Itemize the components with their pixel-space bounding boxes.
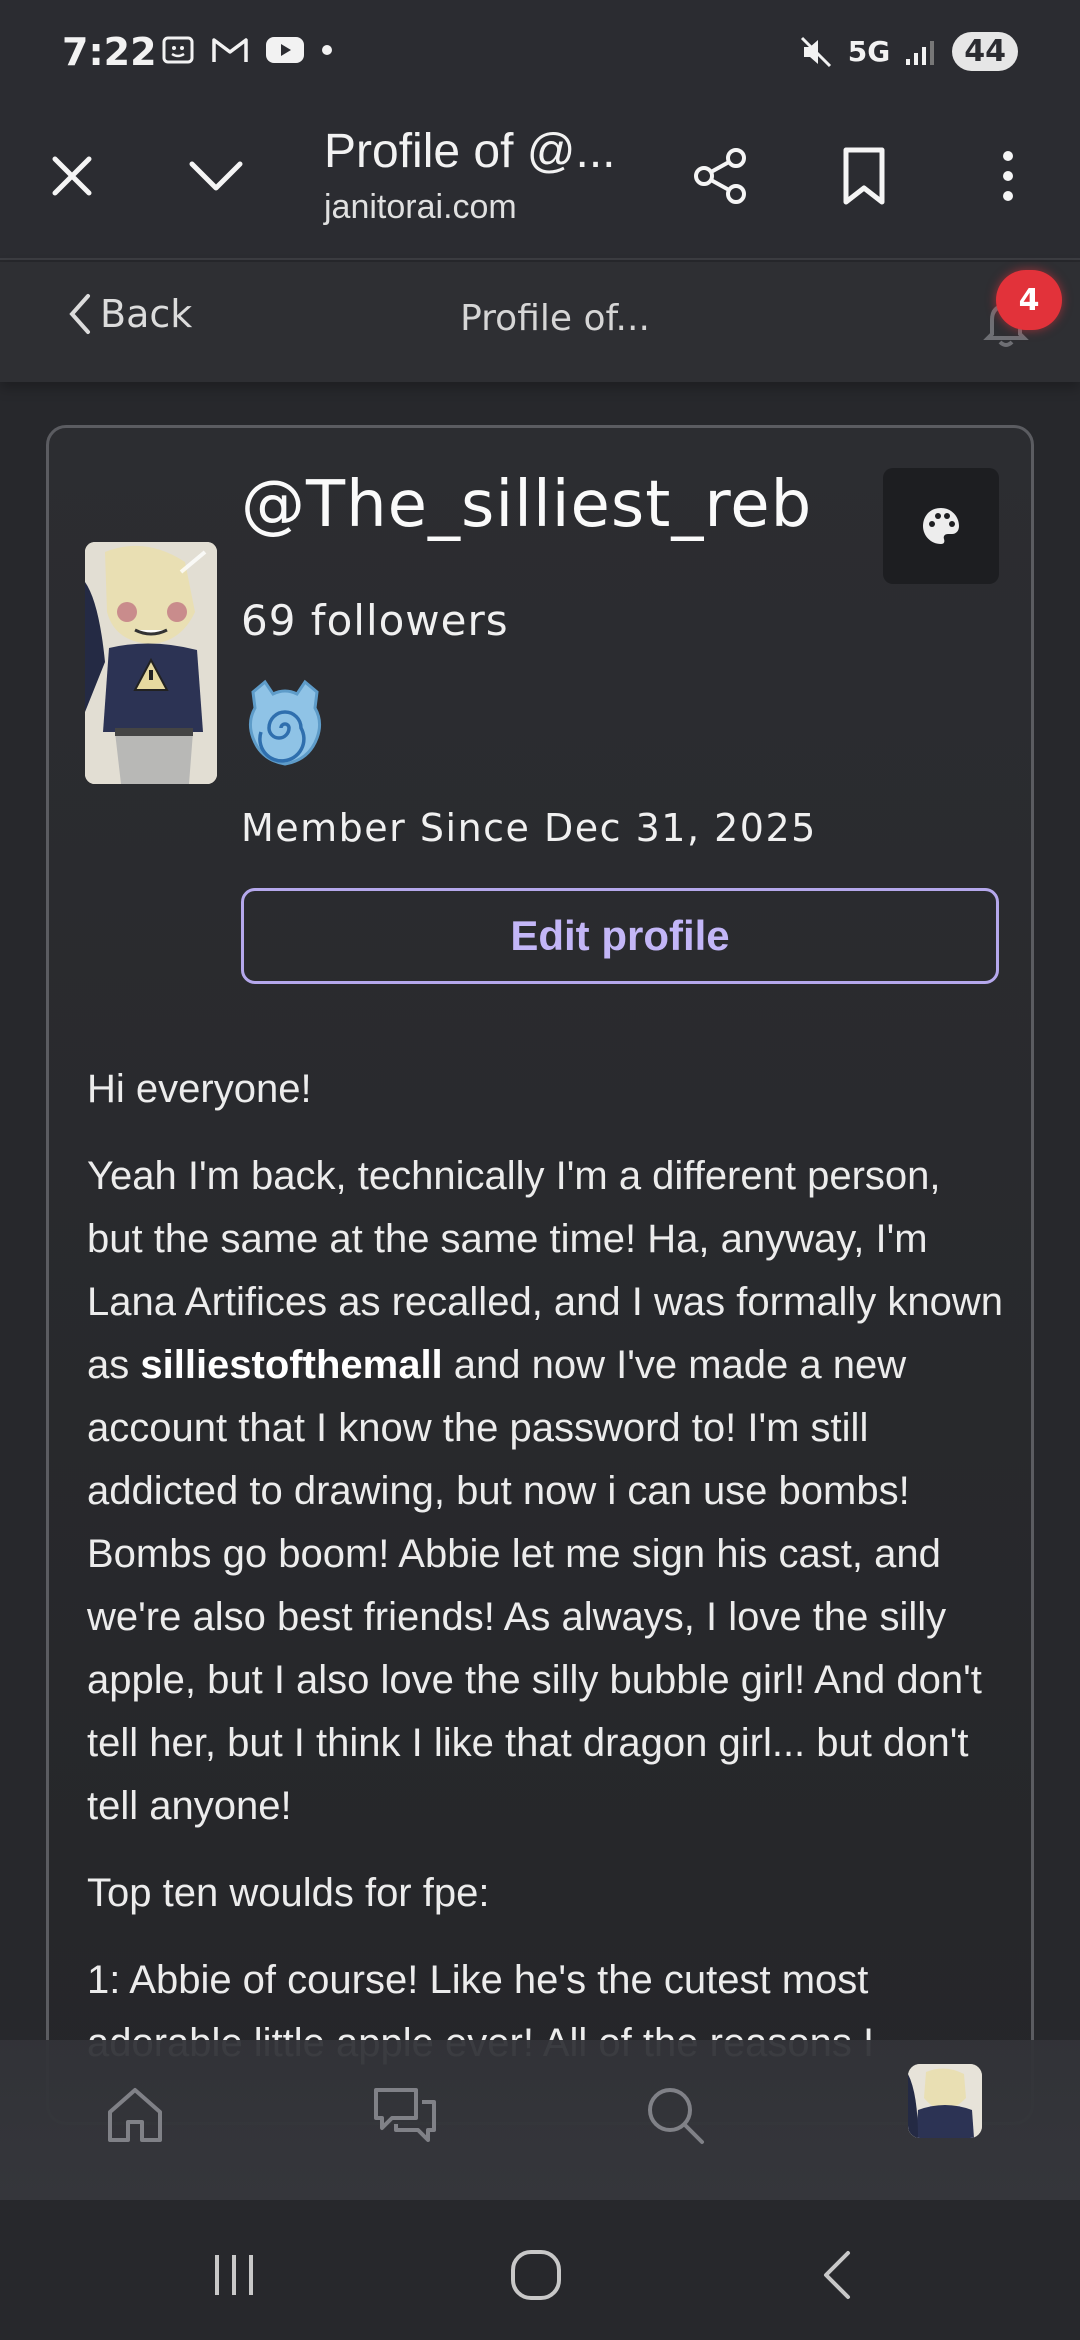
bio-paragraph: Yeah I'm back, technically I'm a differe… <box>87 1145 1007 1838</box>
spiral-badge-icon <box>245 678 325 775</box>
bookmark-icon[interactable] <box>824 136 904 216</box>
profile-bio: Hi everyone! Yeah I'm back, technically … <box>87 1058 1007 2099</box>
system-navigation <box>0 2200 1080 2340</box>
profile-username: @The_silliest_reb <box>241 468 813 542</box>
gmail-icon <box>212 38 248 62</box>
browser-toolbar: Profile of @... janitorai.com <box>0 110 1080 260</box>
chevron-down-icon[interactable] <box>176 136 256 216</box>
theme-palette-button[interactable] <box>883 468 999 584</box>
back-nav-icon[interactable] <box>798 2240 878 2310</box>
profile-card: @The_silliest_reb 69 followers Member Si… <box>46 425 1034 2125</box>
close-icon[interactable] <box>32 136 112 216</box>
avatar[interactable] <box>85 542 217 784</box>
status-icons <box>160 32 334 68</box>
bio-text-part: and now I've made a new account that I k… <box>87 1343 982 1828</box>
dot-icon <box>322 45 332 55</box>
chat-icon[interactable] <box>360 2070 450 2160</box>
share-icon[interactable] <box>680 136 760 216</box>
search-icon[interactable] <box>630 2070 720 2160</box>
browser-page-title: Profile of @... <box>324 125 616 178</box>
bio-bold-name: silliestofthemall <box>140 1343 443 1387</box>
edit-profile-button[interactable]: Edit profile <box>241 888 999 984</box>
signal-icon <box>906 40 935 65</box>
palette-icon <box>923 508 959 544</box>
more-options-icon[interactable] <box>968 136 1048 216</box>
notification-badge[interactable]: 4 <box>996 270 1062 330</box>
bio-top-ten: Top ten woulds for fpe: <box>87 1871 490 1915</box>
profile-avatar-icon[interactable] <box>908 2064 982 2138</box>
mute-icon <box>800 36 831 67</box>
network-label: 5G <box>847 35 891 68</box>
status-bar: 7:22 5G 44 <box>0 0 1080 110</box>
status-time: 7:22 <box>62 30 157 74</box>
recent-apps-icon[interactable] <box>194 2240 274 2310</box>
status-right: 5G 44 <box>798 32 1018 71</box>
page-header: Back Profile of... 4 <box>0 262 1080 382</box>
browser-url[interactable]: janitorai.com <box>324 188 517 227</box>
battery-indicator: 44 <box>952 32 1018 71</box>
home-icon[interactable] <box>90 2070 180 2160</box>
bottom-navigation <box>0 2040 1080 2200</box>
member-since: Member Since Dec 31, 2025 <box>241 806 817 850</box>
followers-count[interactable]: 69 followers <box>241 596 509 645</box>
bio-greeting: Hi everyone! <box>87 1067 312 1111</box>
screenshot-icon <box>162 36 194 64</box>
youtube-icon <box>266 37 304 63</box>
home-button-icon[interactable] <box>496 2240 576 2310</box>
page-title: Profile of... <box>460 298 650 339</box>
